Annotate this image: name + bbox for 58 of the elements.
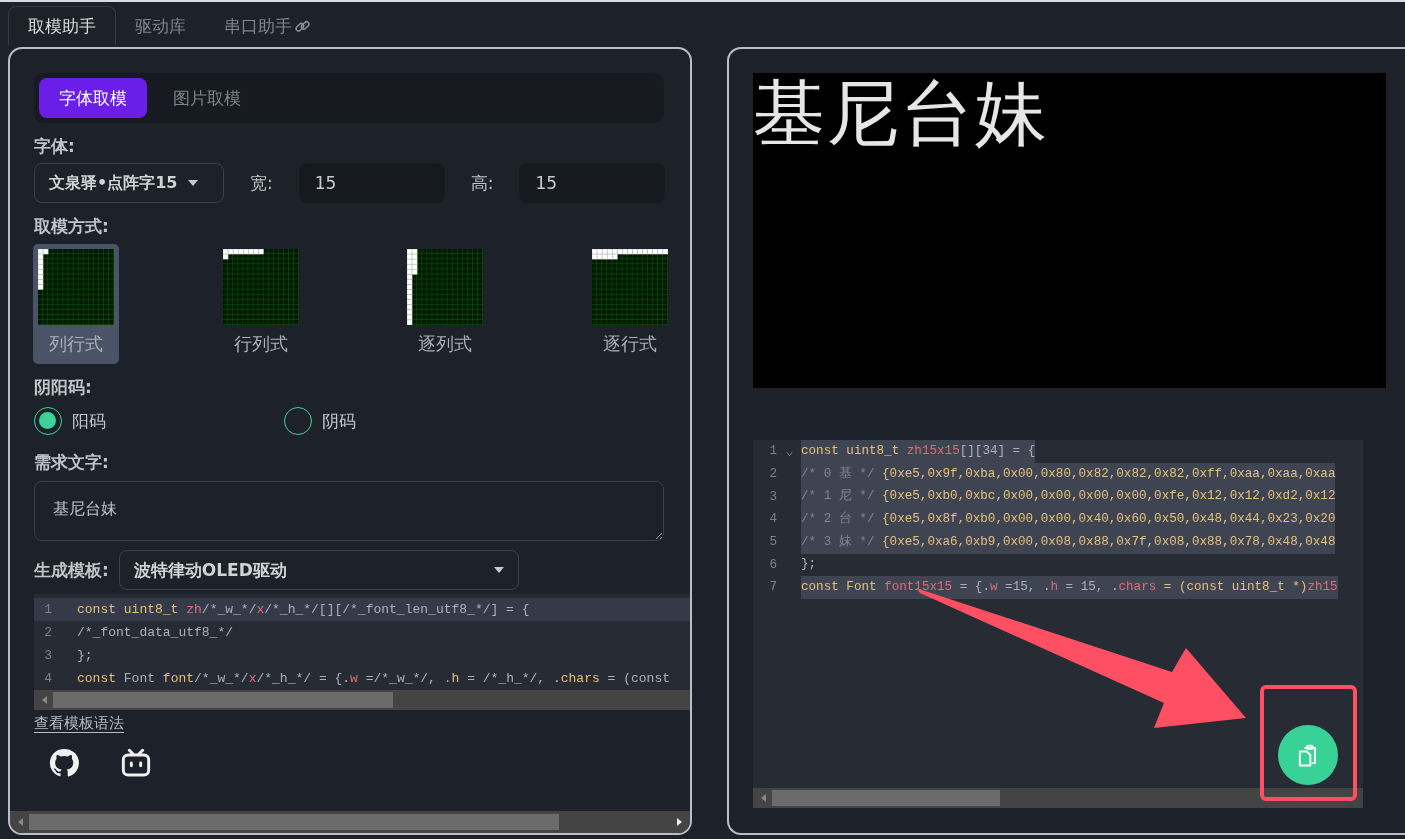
horizontal-scrollbar[interactable]: [34, 690, 690, 710]
field-label: 阴阳码:: [34, 376, 92, 399]
line-number: 4: [43, 671, 52, 686]
line-number: 6: [768, 557, 777, 572]
line-number: 2: [43, 625, 52, 640]
radio-option[interactable]: 阴码: [284, 407, 534, 435]
caret-icon: [493, 567, 504, 573]
template-dropdown[interactable]: 波特律动OLED驱动: [118, 550, 519, 590]
field-label: 需求文字:: [34, 451, 109, 474]
line-number: 5: [768, 535, 777, 550]
field-label: 取模方式:: [34, 215, 109, 238]
font-dropdown[interactable]: 文泉驿•点阵字15: [34, 163, 224, 203]
scan-option[interactable]: 行列式: [217, 244, 304, 364]
text-field[interactable]: 基尼台妹: [34, 481, 664, 541]
fold-icon[interactable]: [785, 450, 793, 457]
copy-button[interactable]: [1278, 725, 1338, 785]
preview-text: 基尼台妹: [753, 75, 1049, 151]
radio-option[interactable]: 阳码: [34, 407, 284, 435]
code-line: /*_font_data_utf8_*/: [77, 624, 234, 642]
line-number: 4: [768, 512, 777, 527]
tab[interactable]: 取模助手: [8, 6, 116, 45]
mode-tab[interactable]: 字体取模: [39, 78, 147, 118]
line-number: 3: [43, 648, 52, 663]
mode-tab[interactable]: 图片取模: [153, 78, 261, 118]
field-label: 字体:: [34, 135, 75, 158]
field-label: 生成模板:: [34, 559, 109, 582]
width-field[interactable]: 15: [298, 163, 445, 203]
radio-label: 阴码: [322, 409, 356, 433]
code-editor[interactable]: [753, 440, 1363, 808]
dot-grid-icon: [38, 249, 114, 325]
dot-grid-icon: [591, 249, 668, 325]
code-editor[interactable]: 1 const uint8_t zh/*_w_*/x/*_h_*/[][/*_font_len_utf8_*/] = { 2 /*_font_data_utf8_*/ 3 }; 4 const Font font/*_w_*/x/*_h_*/ = {.w =/*_w_*/, .h = /*_h_*/, .chars = (const: [34, 594, 690, 710]
line-number: 1: [768, 444, 777, 459]
dot-grid-icon: [407, 249, 484, 325]
field-label: 高:: [470, 171, 494, 195]
height-field[interactable]: 15: [519, 163, 666, 203]
tab[interactable]: 串口助手: [205, 7, 330, 45]
line-number: 2: [768, 467, 777, 482]
radio-label: 阳码: [72, 409, 106, 433]
line-number: 7: [768, 580, 777, 595]
scan-option[interactable]: 逐列式: [402, 244, 489, 364]
scan-option[interactable]: 逐行式: [586, 244, 673, 364]
horizontal-scrollbar[interactable]: [10, 811, 690, 833]
syntax-link[interactable]: 查看模板语法: [34, 714, 124, 733]
horizontal-scrollbar[interactable]: [753, 788, 1363, 808]
dot-grid-icon: [222, 249, 299, 325]
code-line: const uint8_t zh/*_w_*/x/*_h_*/[][/*_font_len_utf8_*/] = {: [77, 601, 530, 619]
line-number: 1: [43, 602, 52, 617]
caret-icon: [187, 180, 198, 186]
scan-option[interactable]: 列行式: [33, 244, 119, 364]
line-number: 3: [768, 489, 777, 504]
code-line: };: [77, 647, 93, 665]
github-icon[interactable]: [48, 747, 80, 779]
tv-icon[interactable]: [120, 747, 152, 779]
field-label: 宽:: [250, 171, 273, 195]
code-line: const Font font/*_w_*/x/*_h_*/ = {.w =/*_w_*/, .h = /*_h_*/, .chars = (const: [77, 670, 670, 688]
tab[interactable]: 驱动库: [116, 7, 205, 45]
code-line: };: [801, 556, 817, 574]
